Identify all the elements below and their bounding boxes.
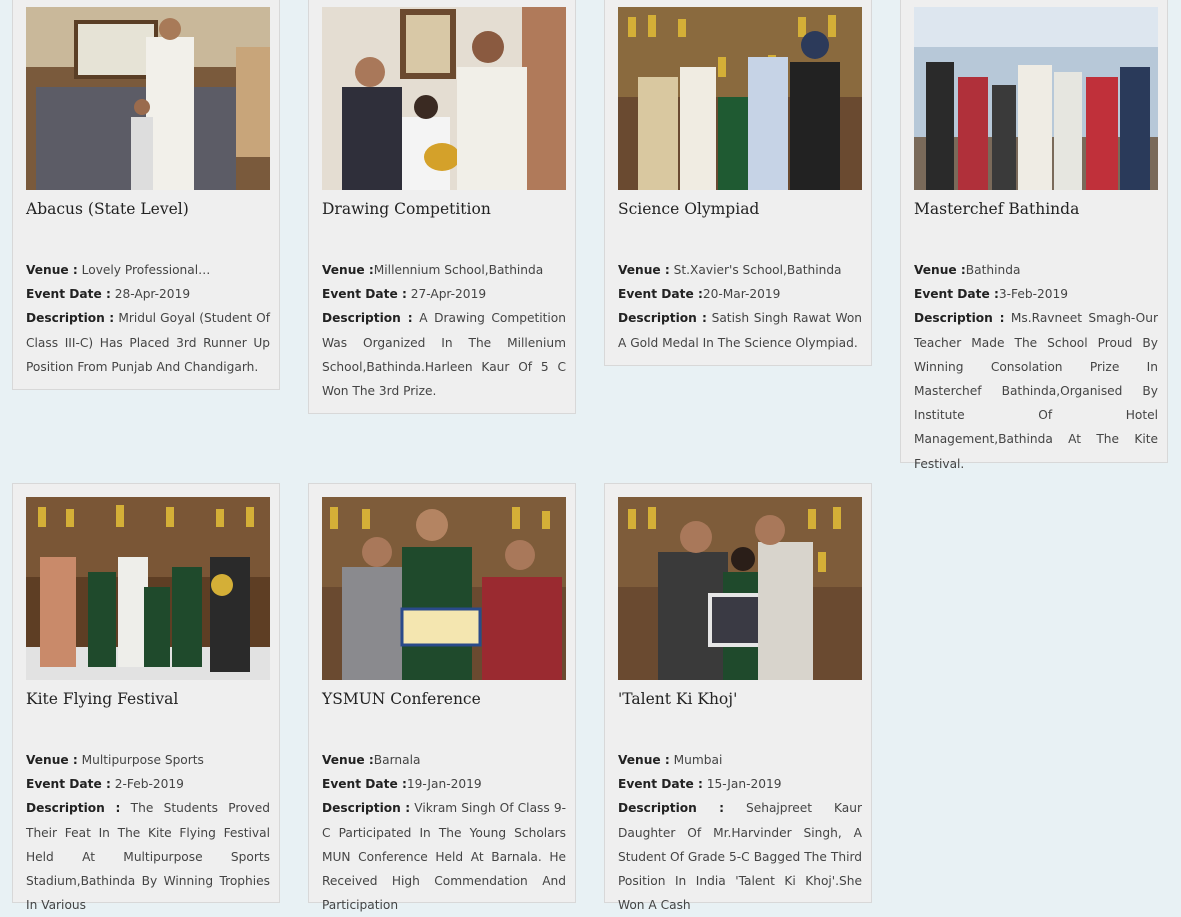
event-date-value: 20-Mar-2019: [702, 287, 781, 302]
event-date-label: Event Date :: [322, 287, 407, 302]
event-details: Venue :Millennium School,Bathinda Event …: [322, 258, 566, 403]
venue-line: Venue :Bathinda: [914, 258, 1158, 282]
description-label: Description :: [914, 311, 1005, 326]
event-details: Venue : Mumbai Event Date : 15-Jan-2019 …: [618, 748, 862, 917]
event-title[interactable]: YSMUN Conference: [322, 690, 566, 708]
venue-label: Venue :: [26, 753, 78, 767]
description: Description : Sehajpreet Kaur Daughter O…: [618, 796, 862, 917]
event-title[interactable]: Drawing Competition: [322, 200, 566, 218]
venue-value: St.Xavier's School,Bathinda: [673, 263, 842, 277]
description-label: Description :: [618, 801, 725, 816]
venue-line: Venue : Mumbai: [618, 748, 862, 772]
description-label: Description :: [322, 801, 411, 816]
description: Description : Satish Singh Rawat Won A G…: [618, 306, 862, 354]
event-details: Venue : Lovely Professional… Event Date …: [26, 258, 270, 379]
event-card[interactable]: Drawing Competition Venue :Millennium Sc…: [308, 0, 576, 414]
description-label: Description :: [26, 311, 115, 326]
event-details: Venue : St.Xavier's School,Bathinda Even…: [618, 258, 862, 355]
venue-line: Venue : Multipurpose Sports: [26, 748, 270, 772]
description-label: Description :: [322, 311, 413, 326]
event-card[interactable]: Science Olympiad Venue : St.Xavier's Sch…: [604, 0, 872, 366]
event-date-value: 2-Feb-2019: [114, 777, 184, 792]
event-card[interactable]: Kite Flying Festival Venue : Multipurpos…: [12, 483, 280, 912]
event-title[interactable]: Abacus (State Level): [26, 200, 270, 218]
event-date-value: 28-Apr-2019: [114, 287, 191, 302]
event-details: Venue :Barnala Event Date :19-Jan-2019 D…: [322, 748, 566, 917]
event-card[interactable]: 'Talent Ki Khoj' Venue : Mumbai Event Da…: [604, 483, 872, 912]
date-line: Event Date :3-Feb-2019: [914, 282, 1158, 306]
event-date-label: Event Date :: [26, 777, 111, 792]
event-card[interactable]: YSMUN Conference Venue :Barnala Event Da…: [308, 483, 576, 912]
event-title[interactable]: 'Talent Ki Khoj': [618, 690, 862, 708]
event-title[interactable]: Masterchef Bathinda: [914, 200, 1158, 218]
event-photo[interactable]: [322, 7, 566, 190]
venue-line: Venue : Lovely Professional…: [26, 258, 270, 282]
venue-label: Venue :: [322, 263, 374, 277]
event-title[interactable]: Science Olympiad: [618, 200, 862, 218]
venue-line: Venue : St.Xavier's School,Bathinda: [618, 258, 862, 282]
date-line: Event Date : 28-Apr-2019: [26, 282, 270, 306]
description: Description : Vikram Singh Of Class 9-C …: [322, 796, 566, 917]
event-photo[interactable]: [914, 7, 1158, 190]
venue-value: Mumbai: [673, 753, 723, 767]
event-details: Venue : Multipurpose Sports Event Date :…: [26, 748, 270, 917]
event-date-label: Event Date :: [914, 287, 999, 302]
event-card[interactable]: Abacus (State Level) Venue : Lovely Prof…: [12, 0, 280, 390]
venue-label: Venue :: [322, 753, 374, 767]
event-details: Venue :Bathinda Event Date :3-Feb-2019 D…: [914, 258, 1158, 476]
event-photo[interactable]: [618, 7, 862, 190]
event-photo[interactable]: [26, 497, 270, 680]
description-value: Ms.Ravneet Smagh-Our Teacher Made The Sc…: [914, 311, 1158, 471]
venue-value: Millennium School,Bathinda: [373, 263, 544, 277]
description: Description : Ms.Ravneet Smagh-Our Teach…: [914, 306, 1158, 475]
venue-line: Venue :Barnala: [322, 748, 566, 772]
description-label: Description :: [618, 311, 707, 326]
date-line: Event Date :20-Mar-2019: [618, 282, 862, 306]
event-date-label: Event Date :: [618, 287, 703, 302]
venue-value: Multipurpose Sports: [81, 753, 204, 767]
venue-label: Venue :: [618, 753, 670, 767]
description-label: Description :: [26, 801, 121, 816]
venue-line: Venue :Millennium School,Bathinda: [322, 258, 566, 282]
event-date-value: 19-Jan-2019: [406, 777, 482, 792]
description: Description : A Drawing Competition Was …: [322, 306, 566, 403]
venue-label: Venue :: [618, 263, 670, 277]
description-value: Vikram Singh Of Class 9-C Participated I…: [322, 801, 566, 913]
venue-value: Barnala: [373, 753, 421, 767]
venue-value: Bathinda: [965, 263, 1021, 277]
event-photo[interactable]: [26, 7, 270, 190]
description-value: The Students Proved Their Feat In The Ki…: [26, 801, 270, 913]
date-line: Event Date : 15-Jan-2019: [618, 772, 862, 796]
event-photo[interactable]: [618, 497, 862, 680]
event-date-value: 27-Apr-2019: [410, 287, 487, 302]
event-date-value: 15-Jan-2019: [706, 777, 782, 792]
event-date-value: 3-Feb-2019: [998, 287, 1068, 302]
date-line: Event Date : 2-Feb-2019: [26, 772, 270, 796]
description-value: Sehajpreet Kaur Daughter Of Mr.Harvinder…: [618, 801, 862, 913]
event-photo[interactable]: [322, 497, 566, 680]
venue-label: Venue :: [914, 263, 966, 277]
event-title[interactable]: Kite Flying Festival: [26, 690, 270, 708]
date-line: Event Date :19-Jan-2019: [322, 772, 566, 796]
date-line: Event Date : 27-Apr-2019: [322, 282, 566, 306]
event-date-label: Event Date :: [618, 777, 703, 792]
event-card[interactable]: Masterchef Bathinda Venue :Bathinda Even…: [900, 0, 1168, 471]
event-date-label: Event Date :: [26, 287, 111, 302]
event-date-label: Event Date :: [322, 777, 407, 792]
venue-label: Venue :: [26, 263, 78, 277]
description: Description : Mridul Goyal (Student Of C…: [26, 306, 270, 379]
venue-value: Lovely Professional…: [81, 263, 211, 277]
description: Description : The Students Proved Their …: [26, 796, 270, 917]
